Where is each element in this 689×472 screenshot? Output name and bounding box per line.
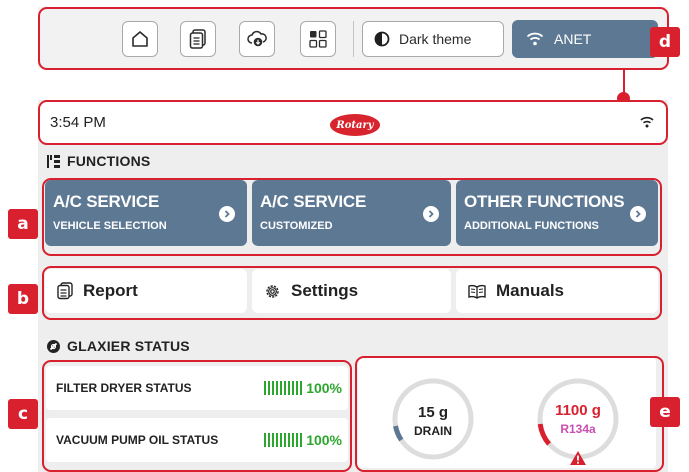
callout-tag-d: d [650, 27, 680, 57]
glaxier-status-heading: GLAXIER STATUS [46, 338, 190, 354]
callout-d-box [38, 7, 669, 70]
callout-b-box [42, 266, 662, 320]
clock: 3:54 PM [50, 114, 106, 131]
functions-title: FUNCTIONS [67, 153, 151, 169]
wifi-status-icon [640, 116, 654, 128]
callout-tag-a: a [8, 209, 38, 239]
callout-a-box [42, 178, 662, 256]
rotary-logo: Rotary [330, 114, 380, 136]
glaxier-status-title: GLAXIER STATUS [67, 338, 190, 354]
functions-heading: FUNCTIONS [46, 153, 150, 169]
callout-tag-b: b [8, 284, 38, 314]
callout-tag-e: e [650, 397, 680, 427]
logo-text: Rotary [336, 119, 374, 131]
gauge-icon [47, 339, 60, 353]
tools-icon [47, 154, 60, 168]
callout-e-box [355, 356, 664, 472]
callout-c-box [42, 360, 352, 472]
callout-tag-c: c [8, 399, 38, 429]
status-bar: 3:54 PM Rotary [38, 100, 668, 145]
